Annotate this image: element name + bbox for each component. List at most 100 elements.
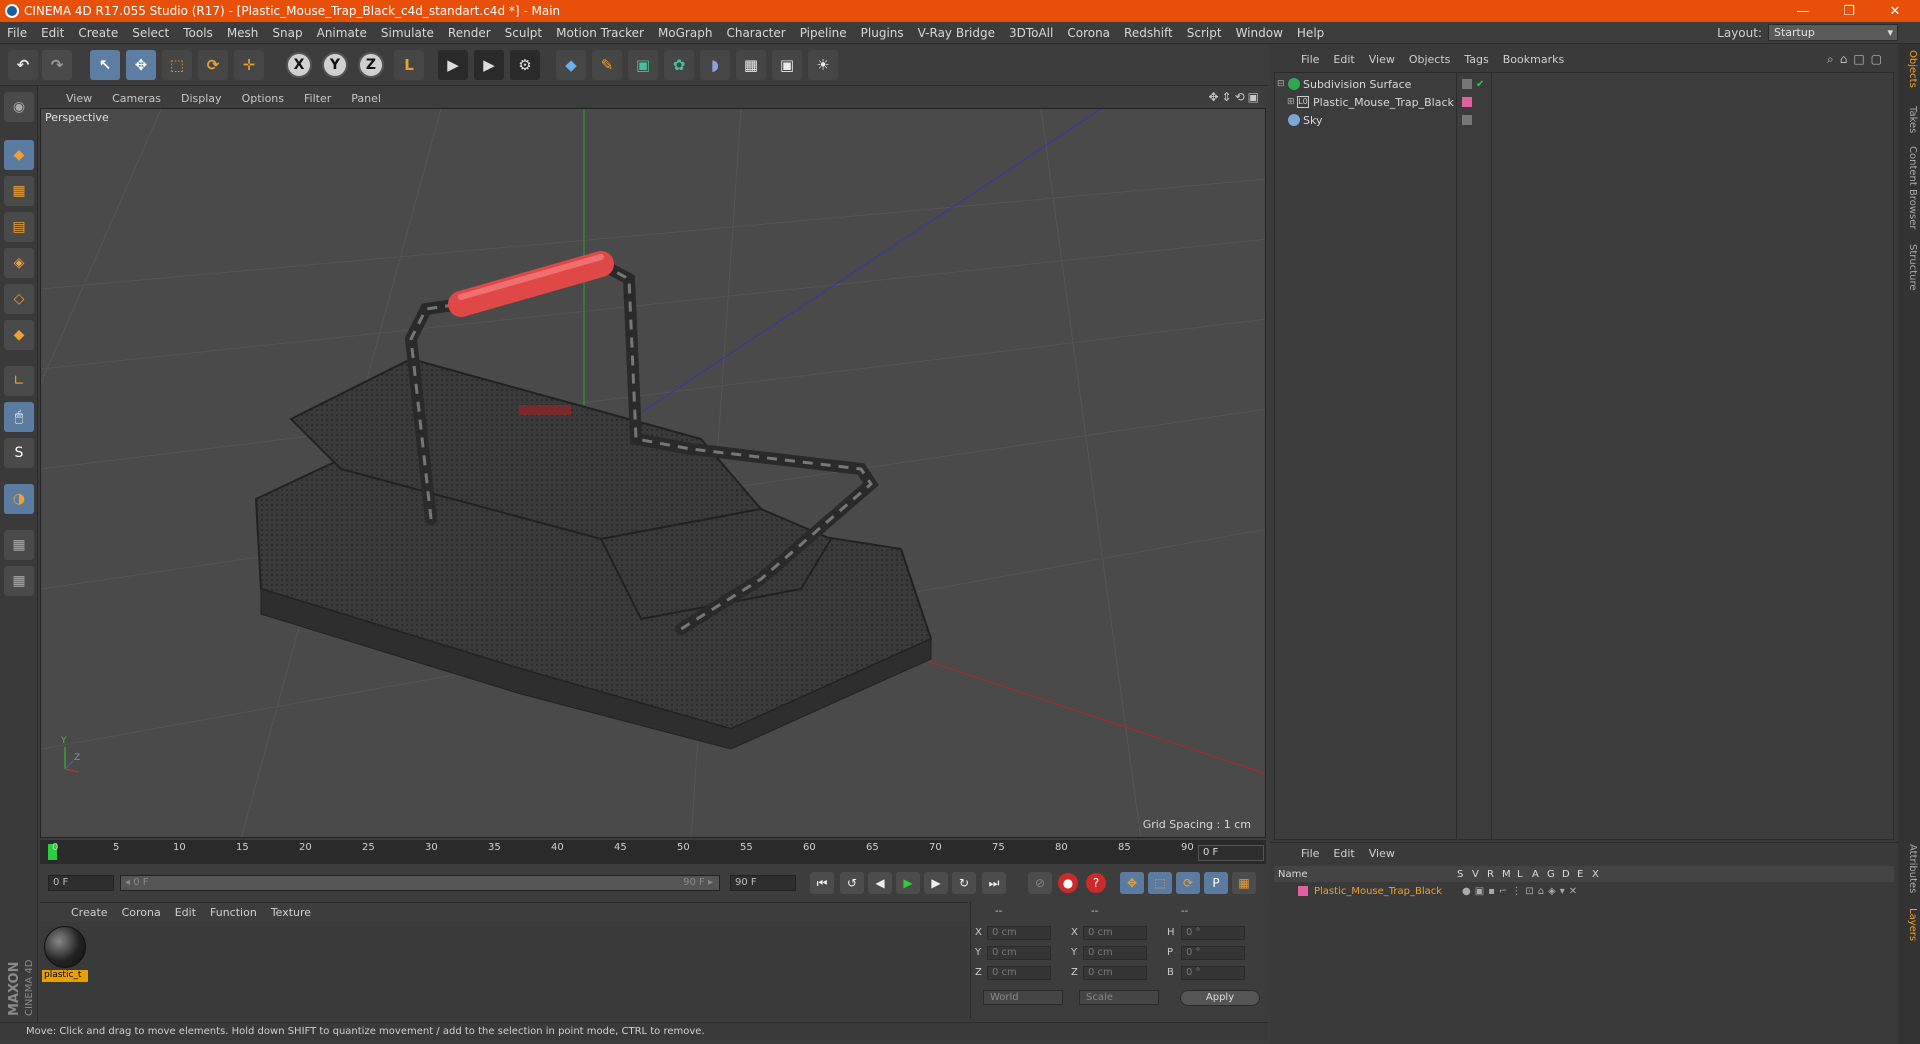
redo-icon[interactable]: ↷ (42, 50, 72, 80)
menu-help[interactable]: Help (1290, 26, 1331, 40)
expand-icon[interactable]: ⊞ (1287, 97, 1295, 107)
coordinate-space-select[interactable]: World (983, 990, 1063, 1005)
deformer-icon[interactable]: ◗ (700, 50, 730, 80)
layer-menu-file[interactable]: File (1294, 847, 1326, 860)
lock-workplane-icon[interactable]: ▦ (4, 530, 34, 560)
model-mode-icon[interactable]: ◆ (4, 140, 34, 170)
viewport-menu-filter[interactable]: Filter (294, 92, 341, 105)
size-z-field[interactable]: 0 cm (1083, 966, 1147, 980)
play-icon[interactable]: ▶ (896, 872, 920, 894)
viewport-menu-options[interactable]: Options (232, 92, 294, 105)
menu-vray-bridge[interactable]: V-Ray Bridge (911, 26, 1002, 40)
object-row-mouse-trap[interactable]: ⊞ L0 Plastic_Mouse_Trap_Black (1275, 93, 1893, 111)
material-name-label[interactable]: plastic_t (42, 970, 88, 982)
tab-layers[interactable]: Layers (1900, 908, 1918, 941)
material-tag-icon[interactable] (1462, 97, 1472, 107)
layer-row[interactable]: Plastic_Mouse_Trap_Black ●▣▪⌐⋮⊡⌂◈▾✕ (1274, 882, 1894, 900)
menu-3dtoall[interactable]: 3DToAll (1002, 26, 1060, 40)
next-key-icon[interactable]: ↻ (952, 872, 976, 894)
material-menu-create[interactable]: Create (64, 906, 115, 919)
scale-tool-icon[interactable]: ⬚ (162, 50, 192, 80)
polygons-mode-icon[interactable]: ◆ (4, 320, 34, 350)
menu-character[interactable]: Character (719, 26, 792, 40)
menu-sculpt[interactable]: Sculpt (498, 26, 549, 40)
object-manager-tools-icons[interactable]: ⌕⌂□▢ (1827, 52, 1888, 67)
end-frame-field[interactable]: 90 F (730, 875, 796, 891)
object-menu-view[interactable]: View (1362, 53, 1402, 66)
object-menu-edit[interactable]: Edit (1326, 53, 1361, 66)
tweak-mode-icon[interactable]: 🖱 (4, 402, 34, 432)
tab-takes[interactable]: Takes (1900, 106, 1918, 133)
menu-motion-tracker[interactable]: Motion Tracker (549, 26, 651, 40)
menu-edit[interactable]: Edit (34, 26, 71, 40)
menu-window[interactable]: Window (1229, 26, 1290, 40)
light-icon[interactable]: ☀ (808, 50, 838, 80)
layout-dropdown[interactable]: Startup (1768, 24, 1898, 41)
size-x-field[interactable]: 0 cm (1083, 926, 1147, 940)
tab-objects[interactable]: Objects (1900, 50, 1918, 88)
menu-script[interactable]: Script (1180, 26, 1229, 40)
rotation-h-field[interactable]: 0 ° (1181, 926, 1245, 940)
viewport-nav-icons[interactable]: ✥⇕⟲▣ (1208, 90, 1262, 104)
start-frame-field[interactable]: 0 F (48, 875, 114, 891)
menu-plugins[interactable]: Plugins (854, 26, 911, 40)
menu-mograph[interactable]: MoGraph (651, 26, 720, 40)
next-frame-icon[interactable]: ▶ (924, 872, 948, 894)
size-y-field[interactable]: 0 cm (1083, 946, 1147, 960)
collapse-icon[interactable]: ⊟ (1277, 79, 1285, 89)
material-menu-corona[interactable]: Corona (115, 906, 168, 919)
y-axis-lock-icon[interactable]: Y (322, 52, 348, 78)
rotation-b-field[interactable]: 0 ° (1181, 966, 1245, 980)
restore-button[interactable]: ❐ (1826, 0, 1872, 22)
workplane-mode-icon[interactable]: ▤ (4, 212, 34, 242)
menu-pipeline[interactable]: Pipeline (793, 26, 854, 40)
key-position-icon[interactable]: ✥ (1120, 872, 1144, 894)
menu-redshift[interactable]: Redshift (1117, 26, 1180, 40)
position-y-field[interactable]: 0 cm (987, 946, 1051, 960)
material-preview-sphere[interactable] (44, 926, 86, 968)
viewport-menu-cameras[interactable]: Cameras (102, 92, 171, 105)
key-point-level-icon[interactable]: ▦ (1232, 872, 1256, 894)
previous-key-icon[interactable]: ↺ (840, 872, 864, 894)
go-to-end-icon[interactable]: ⏭ (982, 872, 1006, 894)
viewport-menu-display[interactable]: Display (171, 92, 232, 105)
viewport-menu-panel[interactable]: Panel (341, 92, 391, 105)
menu-simulate[interactable]: Simulate (374, 26, 441, 40)
previous-frame-icon[interactable]: ◀ (868, 872, 892, 894)
key-parameter-icon[interactable]: P (1204, 872, 1228, 894)
key-scale-icon[interactable]: ⬚ (1148, 872, 1172, 894)
coordinate-system-icon[interactable]: L (394, 50, 424, 80)
record-keys-icon[interactable]: ⊘ (1028, 872, 1052, 894)
key-rotation-icon[interactable]: ⟳ (1176, 872, 1200, 894)
viewport-menu-view[interactable]: View (40, 92, 102, 105)
render-settings-icon[interactable]: ⚙ (510, 50, 540, 80)
camera-icon[interactable]: ▣ (772, 50, 802, 80)
rotate-tool-icon[interactable]: ⟳ (198, 50, 228, 80)
spline-pen-icon[interactable]: ✎ (592, 50, 622, 80)
menu-snap[interactable]: Snap (265, 26, 309, 40)
undo-icon[interactable]: ↶ (8, 50, 38, 80)
position-z-field[interactable]: 0 cm (987, 966, 1051, 980)
apply-button[interactable]: Apply (1180, 990, 1260, 1006)
menu-corona[interactable]: Corona (1060, 26, 1117, 40)
menu-select[interactable]: Select (125, 26, 176, 40)
keyframe-selection-icon[interactable]: ? (1086, 873, 1106, 893)
menu-tools[interactable]: Tools (176, 26, 220, 40)
range-slider[interactable]: ◂ 0 F 90 F ▸ (120, 875, 720, 891)
layer-toggle-icons[interactable]: ●▣▪⌐⋮⊡⌂◈▾✕ (1462, 886, 1581, 897)
z-axis-lock-icon[interactable]: Z (358, 52, 384, 78)
current-frame-field[interactable]: 0 F (1198, 845, 1264, 861)
x-axis-lock-icon[interactable]: X (286, 52, 312, 78)
layer-menu-edit[interactable]: Edit (1326, 847, 1361, 860)
material-menu-texture[interactable]: Texture (264, 906, 318, 919)
floor-icon[interactable]: ▦ (736, 50, 766, 80)
material-menu-edit[interactable]: Edit (168, 906, 203, 919)
menu-create[interactable]: Create (71, 26, 125, 40)
layer-menu-view[interactable]: View (1362, 847, 1402, 860)
cube-primitive-icon[interactable]: ◆ (556, 50, 586, 80)
object-menu-file[interactable]: File (1294, 53, 1326, 66)
3d-viewport[interactable]: Y Z Perspective Grid Spacing : 1 cm (40, 108, 1266, 838)
planar-workplane-icon[interactable]: ▦ (4, 566, 34, 596)
tab-attributes[interactable]: Attributes (1900, 844, 1918, 893)
rotation-p-field[interactable]: 0 ° (1181, 946, 1245, 960)
